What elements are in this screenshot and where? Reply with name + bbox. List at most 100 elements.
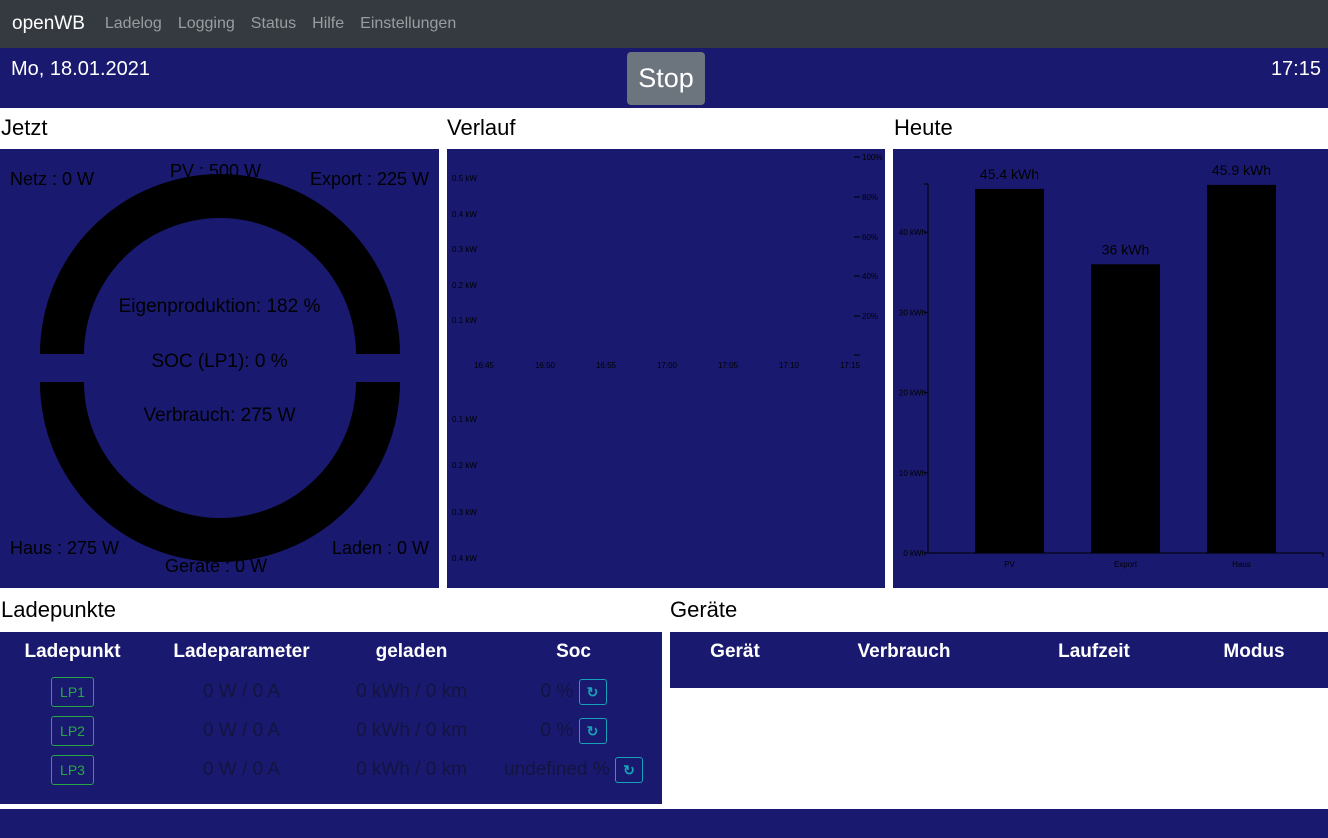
geladen-value: 0 kWh / 0 km	[356, 758, 467, 780]
ladepunkt-row: LP3 0 W / 0 A 0 kWh / 0 km undefined % ↻	[0, 750, 662, 789]
ladeparameter-value: 0 W / 0 A	[202, 680, 281, 702]
heute-panel: 0 kWh 10 kWh 20 kWh 30 kWh 40 kWh 45.4 kWh PV 3…	[893, 149, 1328, 588]
heute-title: Heute	[894, 115, 953, 140]
header-band: Mo, 18.01.2021 Stop 17:15	[0, 48, 1328, 108]
ladeparameter-value: 0 W / 0 A	[202, 758, 281, 780]
soc-value: 0 %	[540, 680, 574, 702]
navbar: openWB Ladelog Logging Status Hilfe Eins…	[0, 0, 1328, 48]
ladepunkt-row: LP2 0 W / 0 A 0 kWh / 0 km 0 % ↻	[0, 711, 662, 750]
refresh-soc-icon[interactable]: ↻	[614, 756, 643, 783]
ladepunkt-button[interactable]: LP2	[51, 715, 94, 746]
bar-export	[1091, 264, 1160, 553]
verlauf-chart: 0.5 kW 0.4 kW 0.3 kW 0.2 kW 0.1 kW 0.1 kW 0.2 …	[452, 153, 882, 563]
bar-value-label: 45.9 kWh	[1212, 162, 1271, 178]
donut-top-arc	[40, 174, 400, 354]
eigenproduktion-label: Eigenproduktion: 182 %	[118, 296, 321, 317]
right-tick-label: 80%	[862, 193, 878, 202]
ladepunkt-button[interactable]: LP3	[51, 754, 94, 785]
ladepunkte-title: Ladepunkte	[1, 597, 116, 622]
bar-pv	[975, 188, 1044, 553]
y-tick-label: 30 kWh	[899, 308, 926, 317]
col-soc: Soc	[556, 641, 591, 662]
lp-cell: LP2	[0, 711, 145, 750]
refresh-soc-icon[interactable]: ↻	[578, 678, 607, 705]
right-tick-label: 60%	[862, 233, 878, 242]
pv-label: PV : 500 W	[170, 161, 262, 181]
soc-label: SOC (LP1): 0 %	[151, 351, 288, 372]
netz-label: Netz : 0 W	[10, 169, 95, 189]
col-modus: Modus	[1223, 641, 1285, 662]
verlauf-title: Verlauf	[447, 115, 516, 140]
stop-button[interactable]: Stop	[627, 52, 705, 105]
y-tick-label: 0.4 kW	[452, 554, 477, 563]
date: Mo, 18.01.2021	[11, 58, 150, 80]
y-tick-label: 0.3 kW	[452, 508, 477, 517]
y-tick-label: 0.4 kW	[452, 210, 477, 219]
x-tick-label: 16:45	[474, 361, 495, 370]
footer	[0, 809, 1328, 838]
brand[interactable]: openWB	[12, 13, 85, 35]
x-tick-label: 16:55	[596, 361, 617, 370]
jetzt-title: Jetzt	[1, 115, 48, 140]
col-verbrauch: Verbrauch	[857, 641, 951, 662]
x-tick-label: 17:05	[718, 361, 739, 370]
haus-label: Haus : 275 W	[10, 538, 120, 558]
bar-value-label: 45.4 kWh	[980, 166, 1039, 182]
laden-label: Laden : 0 W	[331, 538, 429, 558]
x-tick-label: PV	[1004, 560, 1015, 569]
y-tick-label: 0 kWh	[903, 549, 926, 558]
nav-einstellungen[interactable]: Einstellungen	[360, 15, 456, 33]
nav-status[interactable]: Status	[251, 15, 296, 33]
bar-value-label: 36 kWh	[1102, 241, 1149, 257]
lp-cell: LP3	[0, 750, 145, 789]
geraete-title: Geräte	[670, 597, 738, 622]
y-tick-label: 40 kWh	[899, 228, 926, 237]
nav-ladelog[interactable]: Ladelog	[105, 15, 162, 33]
bar-haus	[1207, 184, 1276, 553]
y-tick-label: 0.2 kW	[452, 461, 477, 470]
col-geladen: geladen	[375, 641, 448, 662]
x-tick-label: 17:15	[840, 361, 861, 370]
verbrauch-label: Verbrauch: 275 W	[143, 405, 296, 426]
col-laufzeit: Laufzeit	[1058, 641, 1130, 662]
soc-cell: 0 % ↻	[485, 672, 662, 711]
x-tick-label: Export	[1114, 560, 1138, 569]
col-geraet: Gerät	[710, 641, 760, 662]
lp-cell: LP1	[0, 672, 145, 711]
nav-logging[interactable]: Logging	[178, 15, 235, 33]
geladen-value: 0 kWh / 0 km	[356, 719, 467, 741]
x-tick-label: 16:50	[535, 361, 556, 370]
geraete-header-row: Gerät Verbrauch Laufzeit Modus	[670, 632, 1328, 672]
time: 17:15	[1270, 58, 1321, 80]
y-tick-label: 0.2 kW	[452, 281, 477, 290]
right-tick-label: 20%	[862, 312, 878, 321]
x-tick-label: 17:00	[657, 361, 678, 370]
y-tick-label: 0.1 kW	[452, 415, 477, 424]
x-tick-label: 17:10	[779, 361, 800, 370]
ladepunkt-row: LP1 0 W / 0 A 0 kWh / 0 km 0 % ↻	[0, 672, 662, 711]
col-ladepunkt: Ladepunkt	[24, 641, 121, 662]
y-tick-label: 10 kWh	[899, 469, 926, 478]
y-tick-label: 20 kWh	[899, 389, 926, 398]
heute-chart: 0 kWh 10 kWh 20 kWh 30 kWh 40 kWh 45.4 kWh PV 3…	[899, 162, 1324, 569]
y-tick-label: 0.3 kW	[452, 245, 477, 254]
geladen-value: 0 kWh / 0 km	[356, 680, 467, 702]
verlauf-panel: 0.5 kW 0.4 kW 0.3 kW 0.2 kW 0.1 kW 0.1 kW 0.2 …	[447, 149, 885, 588]
y-tick-label: 0.1 kW	[452, 316, 477, 325]
right-tick-label: 100%	[862, 153, 882, 162]
right-tick-label: 40%	[862, 272, 878, 281]
ladepunkte-table: Ladepunkt Ladeparameter geladen Soc LP1 …	[0, 632, 662, 804]
ladeparameter-value: 0 W / 0 A	[202, 719, 281, 741]
nav-hilfe[interactable]: Hilfe	[312, 15, 344, 33]
col-ladeparameter: Ladeparameter	[173, 641, 310, 662]
soc-cell: undefined % ↻	[485, 750, 662, 789]
ladepunkt-button[interactable]: LP1	[51, 676, 94, 707]
ladepunkte-header-row: Ladepunkt Ladeparameter geladen Soc	[0, 632, 662, 672]
refresh-soc-icon[interactable]: ↻	[578, 717, 607, 744]
y-tick-label: 0.5 kW	[452, 174, 477, 183]
geraete-label: Geräte : 0 W	[165, 556, 268, 576]
export-label: Export : 225 W	[309, 169, 429, 189]
soc-value: 0 %	[540, 719, 574, 741]
jetzt-panel: Netz : 0 W PV : 500 W Export : 225 W Eig…	[0, 149, 439, 588]
geraete-table: Gerät Verbrauch Laufzeit Modus	[670, 632, 1328, 688]
